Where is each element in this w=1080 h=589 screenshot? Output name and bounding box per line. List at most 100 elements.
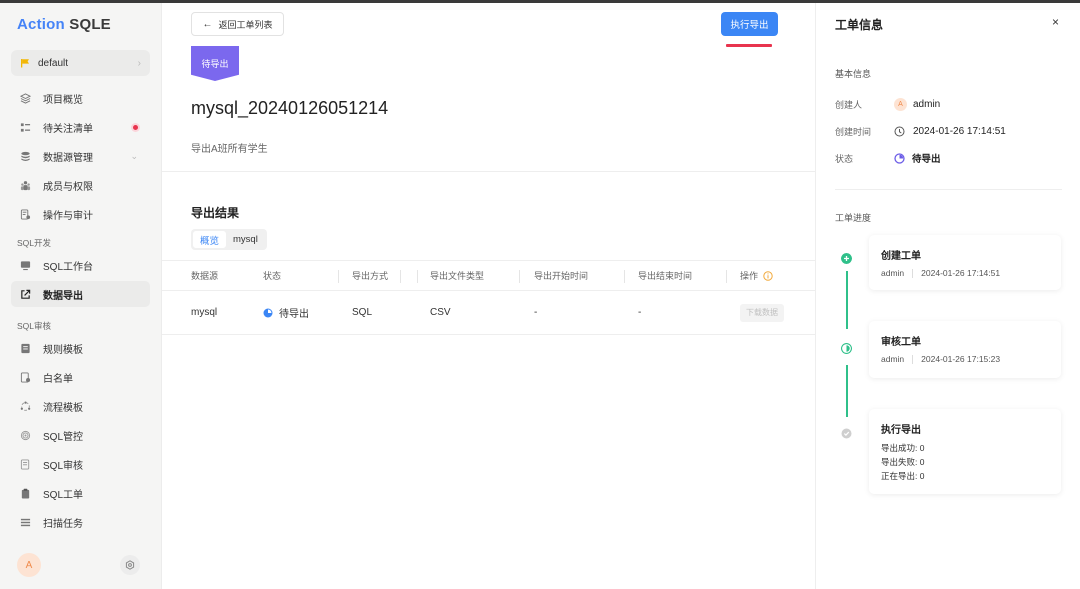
nav-label: 数据导出: [43, 290, 83, 302]
brand-logo[interactable]: Action SQLE: [17, 16, 111, 33]
nav-item-rule-template[interactable]: 规则模板: [11, 335, 150, 361]
chevron-down-icon: ⌄: [130, 150, 138, 161]
step-meta: admin 2024-01-26 17:14:51: [881, 268, 1049, 278]
exporting-count: 正在导出: 0: [881, 471, 925, 481]
sidebar: Action SQLE default › 项目概览 待关注清单 数据源管理 ⌄…: [0, 3, 162, 589]
col-datasource: 数据源: [191, 271, 219, 281]
col-separator: [417, 270, 418, 283]
nav-item-sql-control[interactable]: SQL管控: [11, 422, 150, 448]
col-status: 状态: [263, 271, 282, 281]
download-data-button[interactable]: 下载数据: [740, 303, 784, 322]
step-title: 创建工单: [881, 251, 921, 262]
nav-label: SQL工单: [43, 489, 84, 501]
gear-icon: [125, 560, 135, 570]
nav-item-watchlist[interactable]: 待关注清单: [11, 114, 150, 140]
nav-item-data-export[interactable]: 数据导出: [11, 281, 150, 307]
export-icon: [21, 289, 31, 299]
creator-name: admin: [913, 98, 941, 110]
highlight-underline: [726, 44, 772, 47]
chevron-right-icon: ›: [137, 57, 141, 69]
tab-mysql[interactable]: mysql: [226, 231, 265, 248]
flow-icon: [20, 401, 31, 411]
step-time: 2024-01-26 17:14:51: [921, 268, 1001, 278]
nav-label: 成员与权限: [43, 181, 93, 193]
tab-overview[interactable]: 概览: [193, 231, 227, 248]
creator-avatar: A: [894, 97, 907, 111]
execute-label: 执行导出: [730, 20, 769, 31]
col-separator: [400, 270, 401, 283]
user-avatar[interactable]: A: [17, 553, 41, 577]
col-end-time: 导出结束时间: [638, 271, 693, 281]
result-title: 导出结果: [191, 206, 240, 220]
meta-separator: [912, 354, 914, 364]
order-info-panel: 工单信息 × 基本信息 创建人 A admin 创建时间 2024-01-26 …: [816, 3, 1080, 589]
col-method: 导出方式: [352, 271, 389, 281]
nav-item-members[interactable]: 成员与权限: [11, 172, 150, 198]
whitelist-icon: [20, 371, 31, 383]
cell-file-type: CSV: [430, 307, 451, 318]
database-icon: [21, 151, 30, 161]
status-label: 状态: [835, 153, 854, 164]
timeline-line: [846, 365, 848, 417]
back-to-list-button[interactable]: ← 返回工单列表: [191, 12, 284, 36]
nav-item-scan-task[interactable]: 扫描任务: [11, 509, 150, 535]
audit-icon: [20, 208, 31, 220]
arrow-left-icon: ←: [202, 18, 213, 30]
nav-label: SQL管控: [43, 431, 84, 443]
step-card-create: 创建工单 admin 2024-01-26 17:14:51: [869, 235, 1061, 290]
export-success-count: 导出成功: 0: [881, 443, 925, 453]
col-start-time: 导出开始时间: [534, 271, 589, 281]
avatar-letter: A: [25, 559, 33, 571]
created-value: 2024-01-26 17:14:51: [894, 126, 1006, 137]
audit-doc-icon: [20, 458, 30, 470]
nav-item-sql-workbench[interactable]: SQL工作台: [11, 252, 150, 278]
nav-label: 扫描任务: [43, 518, 83, 530]
users-icon: [20, 180, 31, 190]
nav-label: 项目概览: [43, 94, 83, 106]
nav-item-whitelist[interactable]: 白名单: [11, 364, 150, 390]
nav-label: 数据源管理: [43, 152, 93, 164]
col-action: 操作: [740, 261, 773, 290]
step-card-review: 审核工单 admin 2024-01-26 17:15:23: [869, 321, 1061, 378]
step-meta: admin 2024-01-26 17:15:23: [881, 354, 1049, 364]
progress-title: 工单进度: [835, 213, 872, 223]
status-ribbon: 待导出: [191, 46, 239, 81]
nav-item-datasource[interactable]: 数据源管理 ⌄: [11, 143, 150, 169]
execute-export-button[interactable]: 执行导出: [721, 12, 778, 36]
project-selector[interactable]: default ›: [11, 50, 150, 76]
pending-status-icon: [894, 152, 905, 164]
cell-action: 下载数据: [740, 291, 784, 334]
pending-status-icon: [263, 308, 273, 317]
cell-end-time: -: [638, 307, 642, 318]
order-title: mysql_20240126051214: [191, 98, 389, 118]
brand-part2: SQLE: [69, 16, 111, 33]
creator-value: A admin: [894, 97, 941, 111]
step-approved-icon: [841, 343, 852, 354]
nav-item-flow-template[interactable]: 流程模板: [11, 393, 150, 419]
notification-dot: [133, 124, 138, 130]
project-name: default: [38, 57, 69, 69]
status-value: 待导出: [894, 151, 941, 165]
cell-start-time: -: [534, 307, 538, 318]
step-user: admin: [881, 354, 905, 364]
col-separator: [624, 270, 625, 283]
nav-label: 白名单: [43, 373, 73, 385]
creator-row: 创建人 A admin: [835, 97, 1065, 111]
settings-button[interactable]: [120, 555, 140, 575]
nav-item-project-overview[interactable]: 项目概览: [11, 85, 150, 111]
close-icon[interactable]: ×: [1052, 15, 1059, 29]
info-icon[interactable]: [763, 270, 773, 281]
nav-label: 流程模板: [43, 402, 83, 414]
nav-label: SQL工作台: [43, 261, 94, 273]
step-pending-icon: [841, 428, 852, 439]
status-text: 待导出: [279, 309, 309, 320]
nav-item-sql-order[interactable]: SQL工单: [11, 480, 150, 506]
panel-divider: [835, 189, 1062, 190]
app-shell: Action SQLE default › 项目概览 待关注清单 数据源管理 ⌄…: [0, 3, 1080, 589]
brand-part1: Action: [17, 16, 65, 33]
nav-item-audit-log[interactable]: 操作与审计: [11, 201, 150, 227]
document-icon: [21, 343, 30, 353]
nav-item-sql-audit[interactable]: SQL审核: [11, 451, 150, 477]
col-file-type: 导出文件类型: [430, 271, 485, 281]
status-row: 状态 待导出: [835, 151, 1065, 165]
